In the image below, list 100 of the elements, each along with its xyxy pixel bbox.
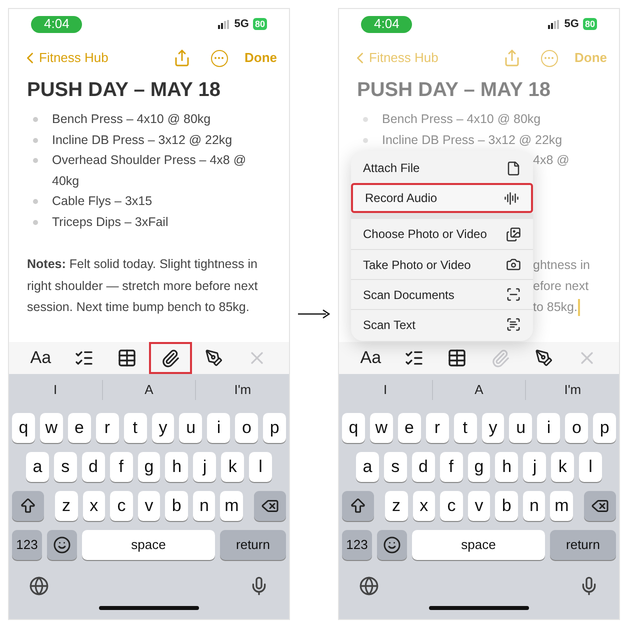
key[interactable]: v: [138, 491, 160, 521]
delete-key[interactable]: [254, 491, 286, 521]
key[interactable]: a: [26, 452, 49, 482]
key[interactable]: m: [220, 491, 244, 521]
shift-key[interactable]: [12, 491, 44, 521]
key[interactable]: l: [579, 452, 602, 482]
suggestion[interactable]: I'm: [564, 380, 582, 400]
return-key[interactable]: return: [550, 530, 616, 560]
shift-key[interactable]: [342, 491, 374, 521]
key[interactable]: k: [221, 452, 244, 482]
key[interactable]: r: [426, 413, 449, 443]
key[interactable]: m: [550, 491, 574, 521]
list-item: Incline DB Press – 3x12 @ 22kg: [52, 132, 232, 149]
key[interactable]: h: [495, 452, 518, 482]
space-key[interactable]: space: [412, 530, 545, 560]
menu-item[interactable]: Take Photo or Video: [351, 249, 533, 279]
menu-item[interactable]: Scan Documents: [351, 279, 533, 309]
key[interactable]: s: [384, 452, 407, 482]
key[interactable]: u: [179, 413, 202, 443]
key[interactable]: o: [565, 413, 588, 443]
table-icon: [447, 348, 468, 368]
key[interactable]: n: [192, 491, 216, 521]
key[interactable]: p: [263, 413, 286, 443]
key[interactable]: s: [54, 452, 77, 482]
bullet-icon: [363, 138, 368, 142]
list-item: Triceps Dips – 3xFail: [52, 214, 168, 231]
table-icon: [117, 348, 138, 368]
key[interactable]: c: [440, 491, 463, 521]
numbers-key[interactable]: 123: [12, 530, 42, 560]
key[interactable]: e: [398, 413, 421, 443]
key[interactable]: y: [152, 413, 174, 443]
key[interactable]: v: [468, 491, 490, 521]
key[interactable]: y: [482, 413, 504, 443]
key[interactable]: p: [593, 413, 616, 443]
key[interactable]: a: [356, 452, 379, 482]
suggestion[interactable]: I: [54, 380, 58, 400]
shift-icon: [19, 497, 37, 515]
note-title: PUSH DAY – MAY 18: [356, 78, 552, 103]
delete-key[interactable]: [584, 491, 616, 521]
key[interactable]: c: [110, 491, 133, 521]
bullet-icon: [33, 158, 38, 163]
key[interactable]: t: [124, 413, 147, 443]
space-key[interactable]: space: [82, 530, 215, 560]
key[interactable]: d: [82, 452, 105, 482]
network-label: 5G: [234, 16, 249, 32]
backspace-icon: [261, 497, 280, 515]
suggestion[interactable]: A: [474, 380, 484, 400]
key[interactable]: b: [165, 491, 188, 521]
note-text: 4x8 @: [533, 152, 570, 170]
suggestion[interactable]: I: [384, 380, 388, 400]
key[interactable]: q: [342, 413, 365, 443]
key[interactable]: j: [523, 452, 546, 482]
paperclip-icon: [491, 348, 510, 368]
list-item: Cable Flys – 3x15: [52, 193, 152, 210]
arrow-icon: [298, 309, 330, 319]
key[interactable]: w: [370, 413, 393, 443]
menu-item[interactable]: Scan Text: [351, 309, 533, 339]
key[interactable]: x: [82, 491, 106, 521]
key[interactable]: q: [12, 413, 35, 443]
key[interactable]: x: [412, 491, 436, 521]
menu-item[interactable]: Choose Photo or Video: [351, 219, 533, 249]
key[interactable]: j: [193, 452, 216, 482]
key[interactable]: z: [55, 491, 78, 521]
return-key[interactable]: return: [220, 530, 286, 560]
key[interactable]: w: [40, 413, 63, 443]
key[interactable]: f: [110, 452, 133, 482]
key[interactable]: g: [468, 452, 490, 482]
key[interactable]: r: [96, 413, 119, 443]
menu-item[interactable]: Attach File: [351, 153, 533, 183]
numbers-key[interactable]: 123: [342, 530, 372, 560]
key[interactable]: i: [207, 413, 230, 443]
bullet-icon: [33, 138, 38, 142]
key[interactable]: t: [454, 413, 477, 443]
scan-icon: [506, 287, 521, 302]
key[interactable]: f: [440, 452, 463, 482]
camera-icon: [506, 257, 521, 272]
time-pill: 4:04: [31, 16, 82, 32]
menu-item[interactable]: Record Audio: [351, 183, 533, 213]
globe-icon[interactable]: [359, 576, 379, 596]
key[interactable]: l: [249, 452, 272, 482]
key[interactable]: d: [412, 452, 435, 482]
key[interactable]: g: [138, 452, 160, 482]
toolbar-button[interactable]: Aa: [349, 342, 392, 374]
toolbar-button[interactable]: [148, 342, 192, 374]
emoji-key[interactable]: [47, 530, 77, 560]
key[interactable]: o: [235, 413, 258, 443]
waveform-icon: [504, 190, 519, 206]
key[interactable]: z: [385, 491, 408, 521]
suggestion[interactable]: I'm: [234, 380, 252, 400]
suggestion[interactable]: A: [144, 380, 154, 400]
key[interactable]: k: [551, 452, 574, 482]
key[interactable]: e: [68, 413, 91, 443]
globe-icon[interactable]: [29, 576, 49, 596]
key[interactable]: i: [537, 413, 560, 443]
key[interactable]: u: [509, 413, 532, 443]
key[interactable]: b: [495, 491, 518, 521]
emoji-key[interactable]: [377, 530, 407, 560]
key[interactable]: h: [165, 452, 188, 482]
key[interactable]: n: [522, 491, 546, 521]
toolbar-button[interactable]: Aa: [19, 342, 62, 374]
